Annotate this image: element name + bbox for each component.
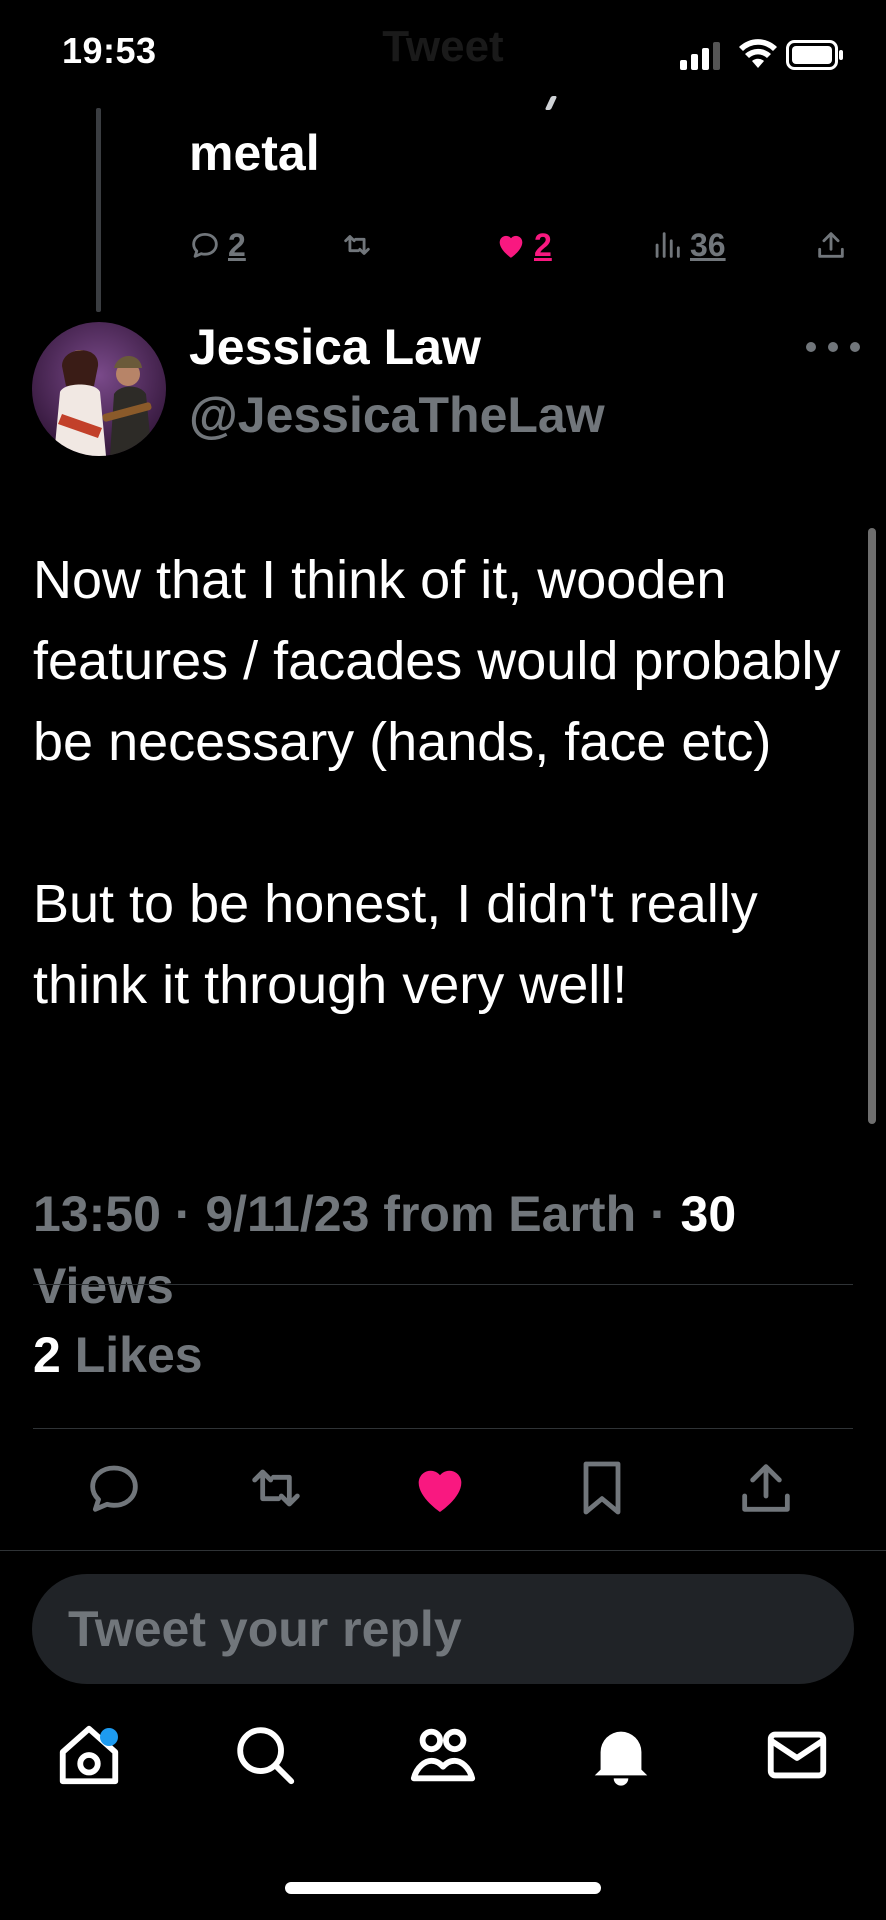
tweet-metadata: 13:50 · 9/11/23 from Earth · 30 Views	[33, 1186, 737, 1314]
previous-tweet-text: metal	[189, 125, 320, 181]
divider	[33, 1284, 853, 1285]
status-time: 19:53	[62, 30, 157, 71]
share-button[interactable]	[734, 1456, 798, 1520]
previous-reply-button[interactable]: 2	[188, 220, 246, 270]
divider	[33, 1428, 853, 1429]
likes-count: 2	[33, 1327, 61, 1383]
views-label: Views	[33, 1258, 174, 1314]
previous-reply-count: 2	[228, 226, 246, 263]
previous-like-count: 2	[534, 226, 552, 263]
views-count: 30	[680, 1186, 737, 1242]
mail-icon	[767, 1731, 827, 1779]
bookmark-button[interactable]	[570, 1456, 634, 1520]
previous-tweet-actions: 2 2 36	[0, 220, 886, 276]
share-icon	[818, 232, 844, 258]
previous-share-button[interactable]	[814, 220, 848, 270]
reply-icon	[90, 1465, 138, 1512]
tweet-paragraph: Now that I think of it, wooden features …	[33, 550, 841, 772]
tweet-date: 9/11/23	[205, 1186, 370, 1242]
previous-like-button[interactable]: 2	[494, 220, 552, 270]
bell-icon	[594, 1731, 648, 1786]
reply-input[interactable]: Tweet your reply	[32, 1574, 854, 1684]
previous-retweet-button[interactable]	[340, 220, 374, 270]
status-bar: Tweet 19:53	[0, 0, 886, 110]
retweet-icon	[252, 1469, 300, 1507]
battery-icon	[786, 40, 843, 70]
more-options-button[interactable]	[806, 332, 860, 362]
reply-icon	[192, 232, 218, 258]
likes-label: Likes	[74, 1327, 203, 1383]
previous-views-button[interactable]: 36	[650, 220, 726, 270]
views-icon	[655, 232, 680, 258]
divider	[0, 1550, 886, 1551]
like-button[interactable]	[408, 1456, 472, 1520]
reply-button[interactable]	[82, 1456, 146, 1520]
tweet-time: 13:50	[33, 1186, 161, 1242]
wifi-icon	[739, 39, 777, 68]
avatar-photo	[32, 322, 166, 456]
nav-communities[interactable]	[408, 1720, 478, 1790]
heart-icon	[418, 1470, 462, 1512]
more-icon-dot	[806, 342, 816, 352]
communities-icon	[410, 1728, 476, 1782]
thread-line	[96, 108, 101, 312]
more-icon-dot	[850, 342, 860, 352]
bottom-nav	[0, 1720, 886, 1830]
nav-search[interactable]	[230, 1720, 300, 1790]
share-icon	[742, 1464, 790, 1512]
cellular-signal-icon	[680, 42, 720, 70]
bookmark-icon	[583, 1461, 621, 1515]
tweet-action-bar	[0, 1456, 886, 1536]
scrollbar[interactable]	[868, 528, 876, 1124]
tweet-text: Now that I think of it, wooden features …	[33, 540, 863, 1026]
retweet-button[interactable]	[244, 1456, 308, 1520]
previous-views-count: 36	[690, 226, 726, 263]
retweet-icon	[344, 235, 370, 255]
avatar[interactable]	[32, 322, 166, 456]
nav-notifications[interactable]	[586, 1720, 656, 1790]
tweet-source: from Earth	[383, 1186, 637, 1242]
reply-placeholder: Tweet your reply	[68, 1601, 462, 1657]
tweet-paragraph: But to be honest, I didn't really think …	[33, 874, 758, 1015]
nav-messages[interactable]	[762, 1720, 832, 1790]
home-indicator[interactable]	[285, 1882, 601, 1894]
heart-icon	[499, 235, 523, 258]
home-unread-dot	[100, 1728, 118, 1746]
likes-summary[interactable]: 2 Likes	[33, 1326, 203, 1384]
author-name[interactable]: Jessica Law	[189, 318, 481, 376]
more-icon-dot	[828, 342, 838, 352]
author-handle[interactable]: @JessicaTheLaw	[189, 386, 605, 444]
search-icon	[237, 1727, 295, 1785]
